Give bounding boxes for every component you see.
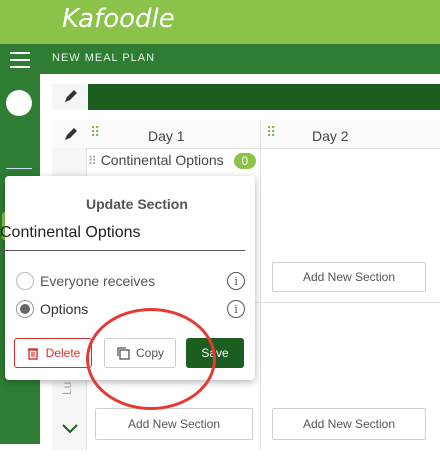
day-2-header: Day 2 — [312, 128, 349, 144]
delete-button[interactable]: Delete — [14, 338, 92, 368]
delete-label: Delete — [45, 346, 81, 360]
info-icon[interactable]: i — [227, 300, 245, 318]
section-name-input-value[interactable]: Continental Options — [0, 224, 141, 242]
drag-handle-icon[interactable]: ⠿ — [88, 154, 97, 168]
avatar[interactable] — [6, 90, 32, 116]
options-label: Options — [40, 301, 89, 317]
everyone-receives-radio[interactable] — [16, 272, 34, 290]
section-count-badge: 0 — [233, 153, 257, 169]
drag-handle-icon[interactable]: ⠿ — [266, 124, 276, 141]
everyone-receives-label: Everyone receives — [40, 273, 156, 289]
annotation-circle — [86, 308, 216, 410]
menu-icon[interactable] — [10, 52, 30, 70]
info-icon[interactable]: i — [227, 272, 245, 290]
add-new-section-button[interactable]: Add New Section — [272, 262, 426, 292]
add-new-section-button[interactable]: Add New Section — [95, 408, 253, 440]
options-radio[interactable] — [16, 300, 34, 318]
chevron-down-icon[interactable] — [60, 420, 80, 436]
section-chip[interactable]: ⠿ Continental Options 0 — [88, 152, 257, 169]
page-title: NEW MEAL PLAN — [52, 52, 156, 64]
sidebar-item[interactable] — [6, 168, 32, 175]
column-divider — [260, 120, 261, 450]
day-header-row — [52, 120, 440, 149]
pencil-icon[interactable] — [56, 122, 84, 148]
pencil-icon[interactable] — [56, 84, 84, 110]
plan-header-strip — [88, 84, 440, 110]
trash-icon — [27, 348, 38, 360]
add-new-section-button[interactable]: Add New Section — [272, 408, 426, 440]
section-name: Continental Options — [100, 152, 224, 168]
popup-title: Update Section — [86, 196, 188, 212]
app-logo[interactable]: Kafoodle — [62, 4, 175, 34]
day-1-header: Day 1 — [148, 128, 185, 144]
drag-handle-icon[interactable]: ⠿ — [90, 124, 100, 141]
